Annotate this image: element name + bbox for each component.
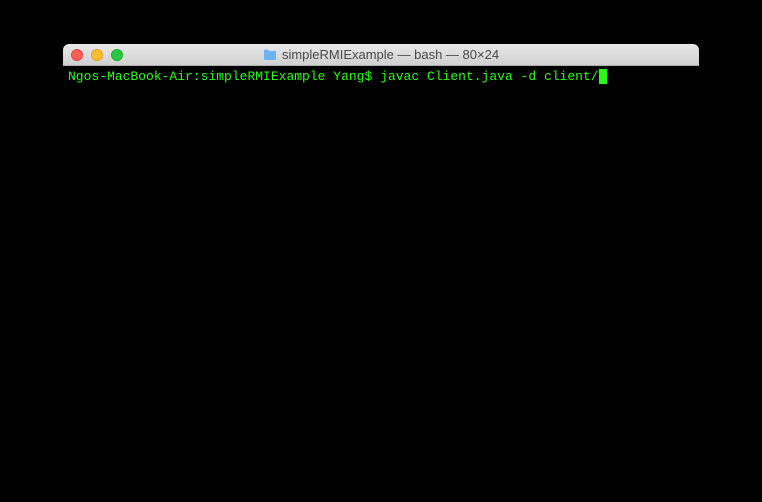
- command-space: [372, 69, 380, 84]
- terminal-body[interactable]: Ngos-MacBook-Air:simpleRMIExample Yang$ …: [63, 66, 699, 458]
- prompt-separator: :: [193, 69, 201, 84]
- prompt-dollar: $: [365, 69, 373, 84]
- prompt-path: simpleRMIExample: [201, 69, 326, 84]
- terminal-line: Ngos-MacBook-Air:simpleRMIExample Yang$ …: [68, 69, 694, 84]
- minimize-button[interactable]: [91, 49, 103, 61]
- titlebar[interactable]: simpleRMIExample — bash — 80×24: [63, 44, 699, 66]
- prompt-host: Ngos-MacBook-Air: [68, 69, 193, 84]
- folder-icon: [263, 49, 277, 60]
- cursor: [599, 69, 607, 84]
- terminal-window: simpleRMIExample — bash — 80×24 Ngos-Mac…: [63, 44, 699, 458]
- prompt-separator2: [325, 69, 333, 84]
- prompt-user: Yang: [333, 69, 364, 84]
- command-text: javac Client.java -d client/: [380, 69, 598, 84]
- window-title: simpleRMIExample — bash — 80×24: [282, 47, 499, 62]
- window-controls: [71, 49, 123, 61]
- maximize-button[interactable]: [111, 49, 123, 61]
- close-button[interactable]: [71, 49, 83, 61]
- title-center: simpleRMIExample — bash — 80×24: [63, 47, 699, 62]
